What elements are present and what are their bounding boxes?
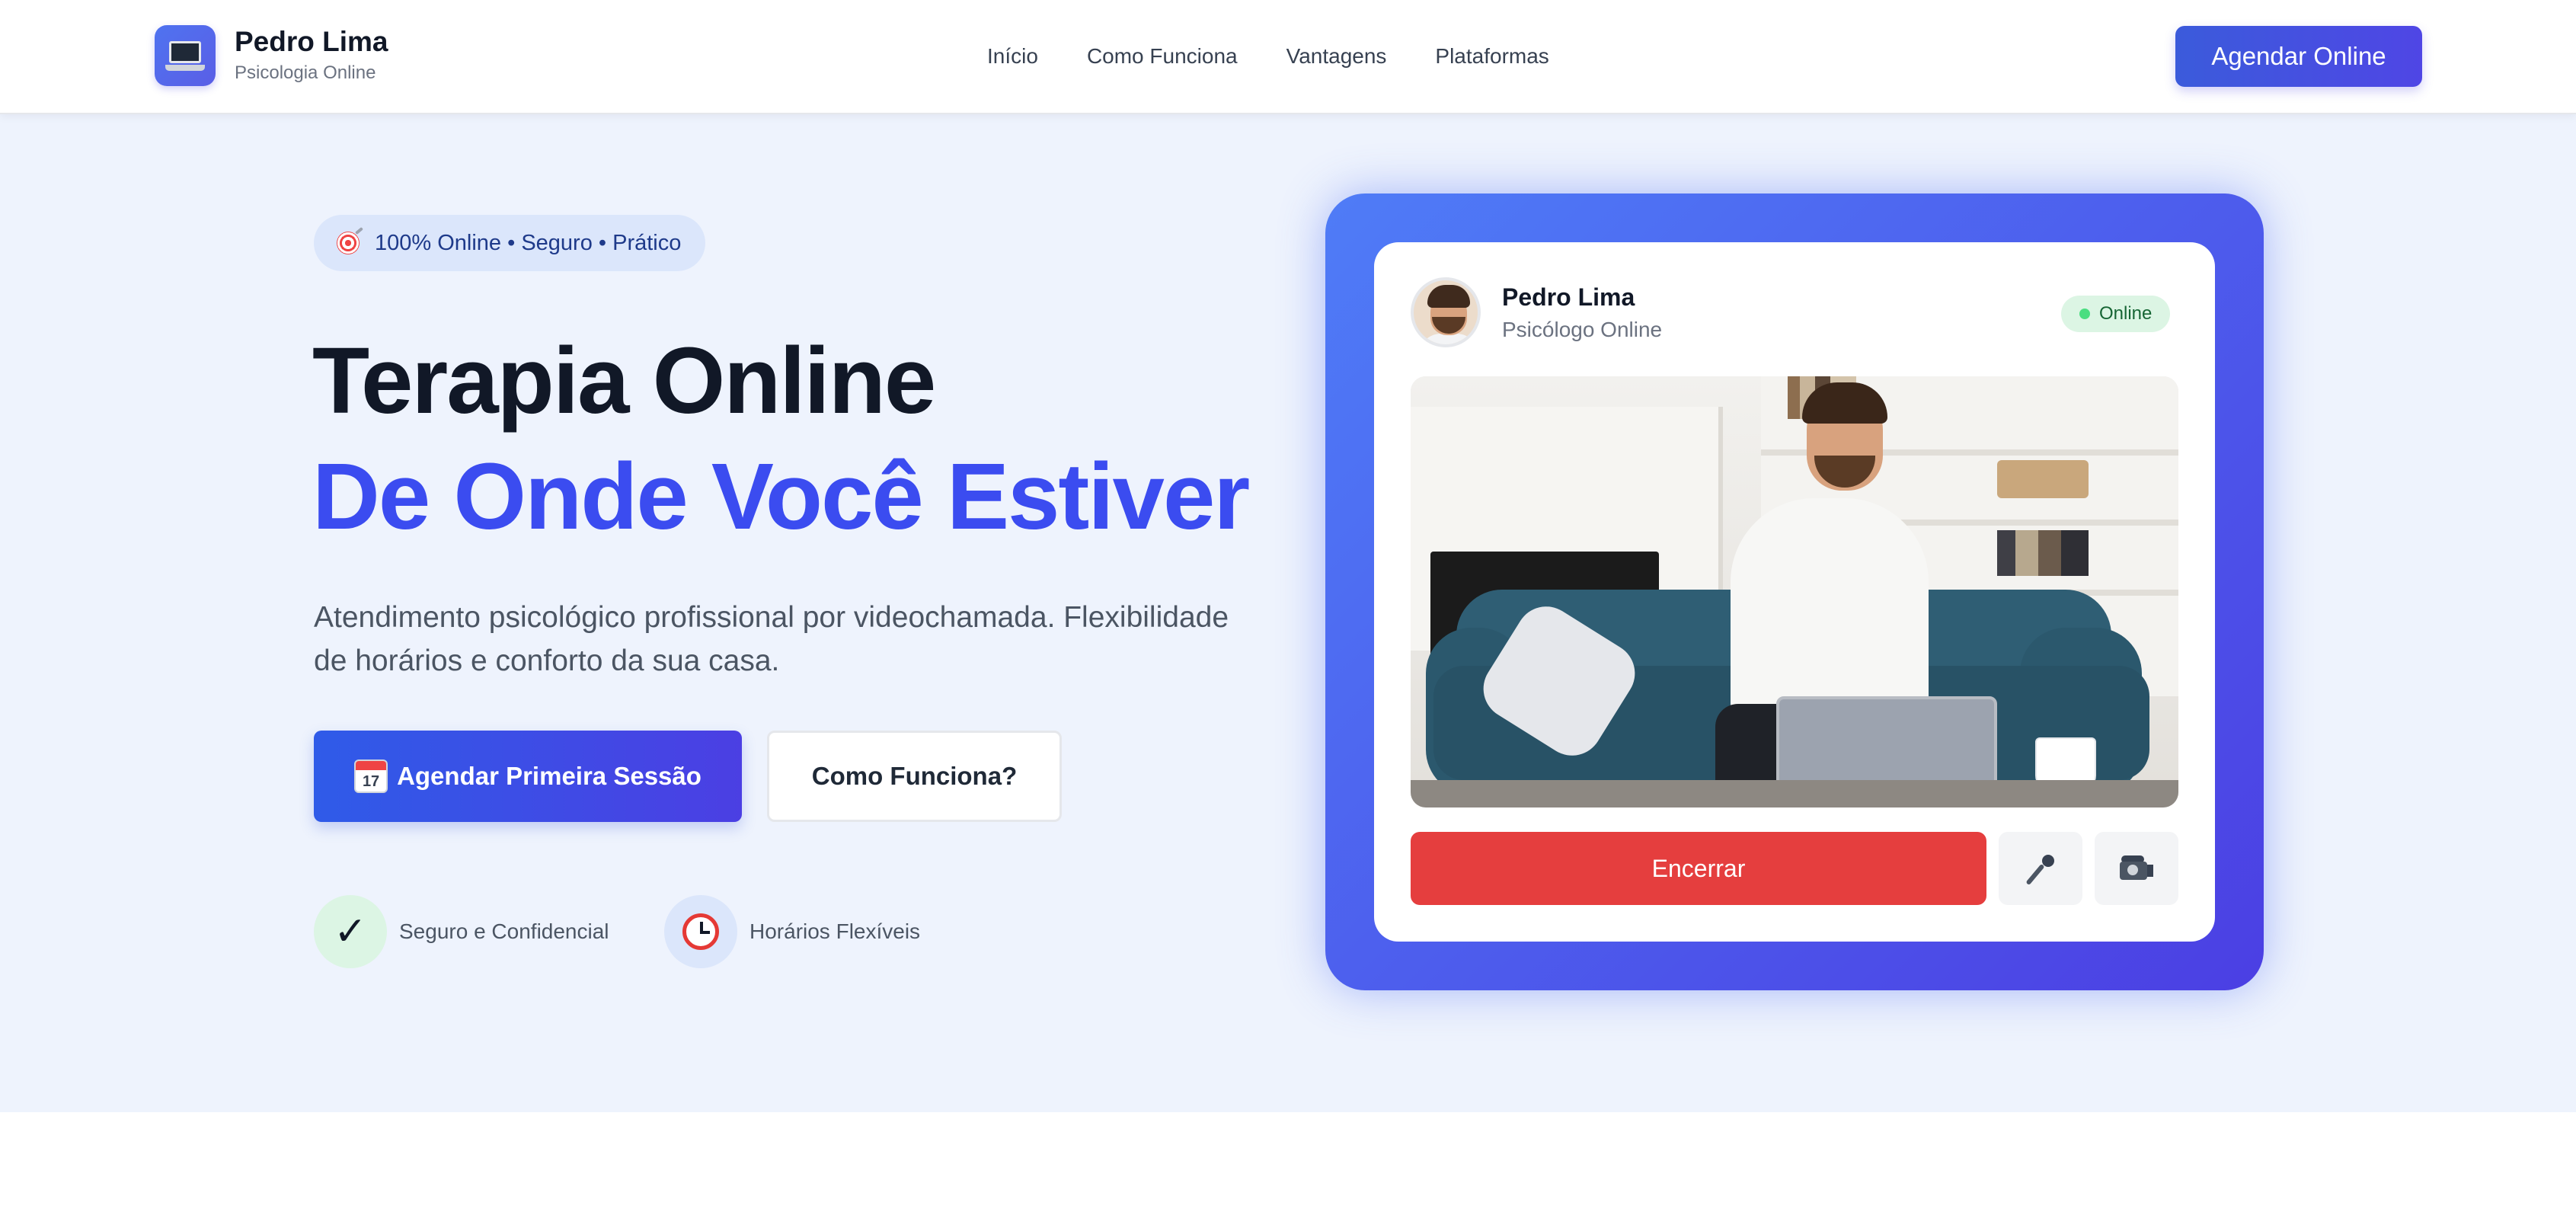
- site-header: Pedro Lima Psicologia Online Início Como…: [0, 0, 2576, 114]
- hero-title-line1: Terapia Online: [312, 329, 936, 433]
- caller-role: Psicólogo Online: [1502, 318, 1663, 341]
- brand[interactable]: Pedro Lima Psicologia Online: [155, 25, 388, 86]
- schedule-first-session-button[interactable]: 17 Agendar Primeira Sessão: [314, 731, 742, 822]
- feature-secure-label: Seguro e Confidencial: [399, 919, 609, 943]
- alarm-clock-icon: [664, 895, 737, 968]
- schedule-first-session-label: Agendar Primeira Sessão: [397, 762, 702, 790]
- microphone-button[interactable]: [1999, 832, 2082, 905]
- video-camera-icon: [2120, 855, 2153, 881]
- schedule-online-button[interactable]: Agendar Online: [2175, 26, 2422, 87]
- status-label: Online: [2099, 303, 2153, 324]
- laptop-icon: [155, 25, 216, 86]
- end-call-button[interactable]: Encerrar: [1411, 832, 1986, 905]
- video-camera-button[interactable]: [2095, 832, 2178, 905]
- avatar: [1411, 277, 1481, 347]
- hero-title-line2: De Onde Você Estiver: [312, 445, 1250, 549]
- feature-flexible-hours: Horários Flexíveis: [664, 895, 920, 968]
- video-call-frame: Pedro Lima Psicólogo Online Online Encer…: [1325, 193, 2264, 990]
- video-call-card: Pedro Lima Psicólogo Online Online Encer…: [1374, 242, 2215, 942]
- nav-link-como-funciona[interactable]: Como Funciona: [1087, 40, 1238, 73]
- how-it-works-button[interactable]: Como Funciona?: [767, 731, 1062, 822]
- checkmark-icon: ✓: [314, 895, 387, 968]
- microphone-icon: [2025, 853, 2056, 886]
- brand-tagline: Psicologia Online: [235, 62, 376, 83]
- nav-link-vantagens[interactable]: Vantagens: [1286, 40, 1387, 73]
- hero-description: Atendimento psicológico profissional por…: [314, 601, 1229, 677]
- target-icon: [337, 232, 360, 254]
- online-dot-icon: [2079, 309, 2090, 319]
- caller-name: Pedro Lima: [1502, 283, 1635, 311]
- badge-text: 100% Online • Seguro • Prático: [375, 230, 682, 255]
- brand-text: Pedro Lima Psicologia Online: [235, 25, 388, 86]
- nav-link-plataformas[interactable]: Plataformas: [1435, 40, 1548, 73]
- video-feed-image: [1411, 376, 2178, 807]
- hero-badge: 100% Online • Seguro • Prático: [314, 215, 706, 271]
- calendar-day: 17: [362, 773, 380, 790]
- brand-name: Pedro Lima: [235, 26, 388, 57]
- feature-flexible-hours-label: Horários Flexíveis: [749, 919, 921, 943]
- main-nav: Início Como Funciona Vantagens Plataform…: [987, 40, 1549, 73]
- feature-secure: ✓ Seguro e Confidencial: [314, 895, 609, 968]
- hero-section: 100% Online • Seguro • Prático Terapia O…: [0, 114, 2576, 1112]
- calendar-icon: 17: [354, 760, 388, 793]
- status-badge: Online: [2061, 296, 2171, 332]
- nav-link-inicio[interactable]: Início: [987, 40, 1038, 73]
